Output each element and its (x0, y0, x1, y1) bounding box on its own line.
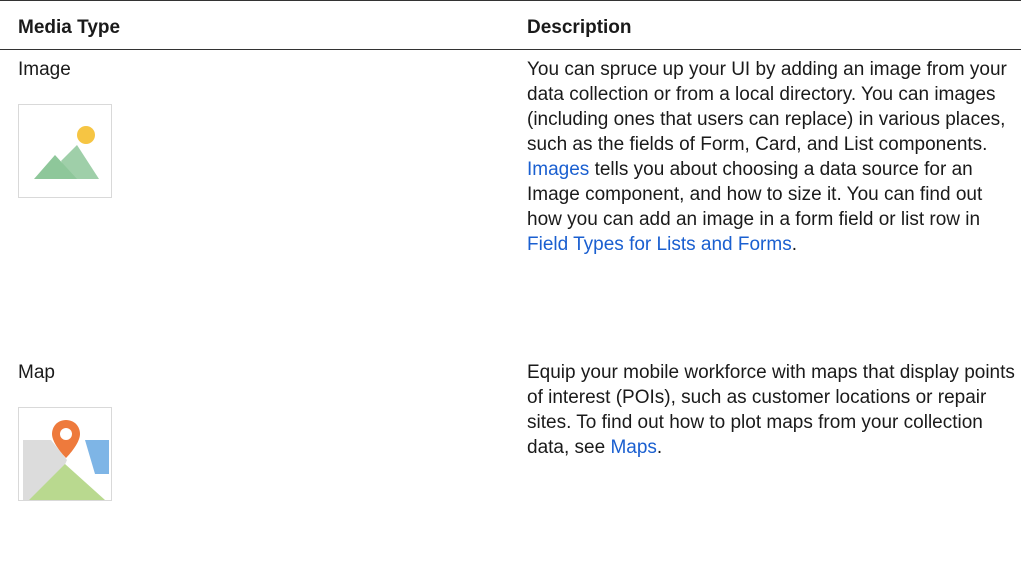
table-header-row: Media Type Description (0, 1, 1021, 50)
header-media-type: Media Type (18, 17, 121, 38)
map-blue-shape (85, 440, 109, 474)
media-type-label: Image (18, 59, 71, 80)
media-type-label: Map (18, 362, 55, 383)
description-part: tells you about choosing a data source f… (527, 159, 983, 230)
image-thumbnail (18, 104, 112, 198)
media-type-cell: Image (0, 50, 527, 353)
table-row-image: Image You can spruce up your UI by addin… (0, 50, 1021, 353)
description-part: You can spruce up your UI by adding an i… (527, 59, 1007, 155)
map-thumbnail (18, 407, 112, 501)
description-text: You can spruce up your UI by adding an i… (527, 57, 1017, 257)
map-pin-icon (23, 420, 109, 500)
media-type-cell: Map (0, 353, 527, 563)
description-text: Equip your mobile workforce with maps th… (527, 360, 1017, 460)
image-placeholder-icon (34, 126, 99, 179)
description-part: . (656, 437, 663, 458)
sun-shape (77, 126, 95, 144)
description-part: Equip your mobile workforce with maps th… (527, 362, 1015, 458)
maps-link[interactable]: Maps (610, 437, 656, 458)
pin-hole (60, 428, 72, 440)
media-type-table: Media Type Description Image You can spr… (0, 0, 1021, 563)
images-link[interactable]: Images (527, 159, 589, 180)
field-types-link[interactable]: Field Types for Lists and Forms (527, 234, 792, 255)
description-part: . (791, 234, 797, 255)
description-cell: Equip your mobile workforce with maps th… (527, 353, 1021, 563)
description-cell: You can spruce up your UI by adding an i… (527, 50, 1021, 353)
header-description: Description (527, 17, 632, 38)
table-row-map: Map Equip your mobile workforce with map… (0, 353, 1021, 563)
